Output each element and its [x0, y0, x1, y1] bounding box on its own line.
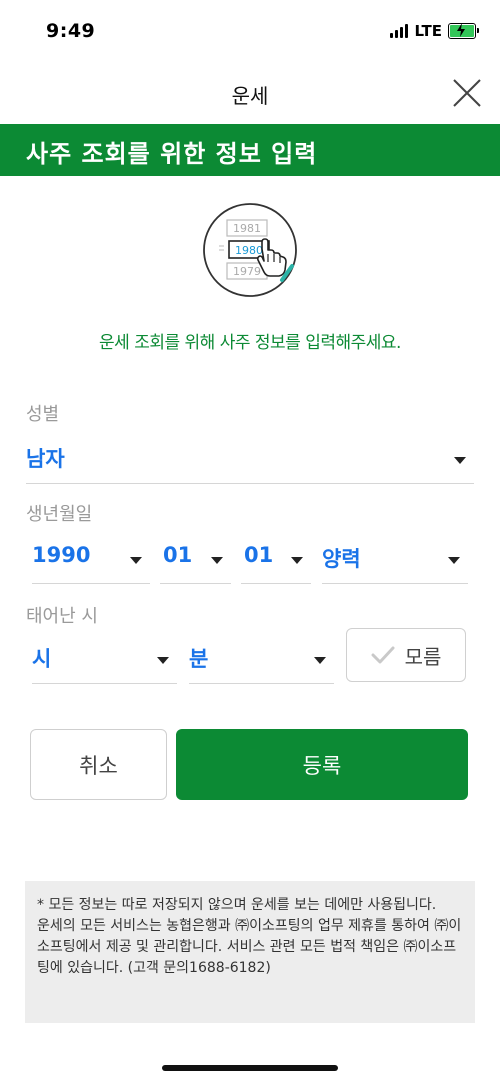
year-1981-label: 1981	[233, 222, 261, 235]
calendar-type-select[interactable]: 양력	[322, 537, 468, 584]
signal-icon	[390, 24, 409, 38]
gender-label: 성별	[26, 404, 60, 425]
close-icon	[453, 79, 481, 107]
birth-hour-select[interactable]: 시	[32, 637, 177, 684]
birth-minute-value: 분	[189, 647, 209, 671]
gender-value: 남자	[26, 447, 65, 471]
gender-select[interactable]: 남자	[26, 437, 474, 484]
year-1979-label: 1979	[233, 265, 261, 278]
status-bar: 9:49 LTE	[0, 0, 500, 64]
birth-year-select[interactable]: 1990	[32, 537, 150, 584]
birth-day-select[interactable]: 01	[241, 537, 311, 584]
status-time: 9:49	[46, 20, 96, 42]
register-button[interactable]: 등록	[176, 729, 468, 800]
caret-down-icon	[157, 657, 169, 664]
home-indicator	[162, 1065, 338, 1071]
status-indicators: LTE	[390, 22, 479, 40]
birth-month-select[interactable]: 01	[160, 537, 231, 584]
caret-down-icon	[211, 557, 223, 564]
page-title: 운세	[231, 84, 269, 108]
birth-minute-select[interactable]: 분	[189, 637, 334, 684]
year-picker-illustration: 1981 1980 1979	[202, 202, 298, 298]
notice-line-1: * 모든 정보는 따로 저장되지 않으며 운세를 보는 데에만 사용됩니다.	[37, 897, 437, 913]
caret-down-icon	[448, 557, 460, 564]
notice-line-2: 운세의 모든 서비스는 농협은행과 ㈜이소프팅의 업무 제휴를 통하여 ㈜이소프…	[37, 918, 462, 976]
caret-down-icon	[291, 557, 303, 564]
calendar-type-value: 양력	[322, 547, 361, 571]
guide-text: 운세 조회를 위해 사주 정보를 입력해주세요.	[99, 333, 401, 353]
birthtime-label: 태어난 시	[26, 606, 98, 627]
nav-header: 운세	[0, 64, 500, 124]
unknown-time-label: 모름	[404, 644, 442, 669]
cancel-button[interactable]: 취소	[30, 729, 167, 800]
birth-month-value: 01	[163, 543, 193, 567]
year-1980-label: 1980	[235, 244, 263, 257]
caret-down-icon	[454, 457, 466, 464]
caret-down-icon	[130, 557, 142, 564]
unknown-time-checkbox[interactable]: 모름	[346, 628, 466, 682]
network-type: LTE	[414, 22, 442, 40]
caret-down-icon	[314, 657, 326, 664]
banner-title: 사주 조회를 위한 정보 입력	[26, 140, 318, 168]
birth-year-value: 1990	[32, 543, 91, 567]
birth-day-value: 01	[244, 543, 274, 567]
checkmark-icon	[371, 646, 395, 664]
notice-box: * 모든 정보는 따로 저장되지 않으며 운세를 보는 데에만 사용됩니다. 운…	[25, 881, 475, 1023]
birth-hour-value: 시	[32, 647, 52, 671]
section-banner: 사주 조회를 위한 정보 입력	[0, 124, 500, 176]
birthdate-label: 생년월일	[26, 504, 93, 525]
battery-icon	[448, 23, 479, 39]
close-button[interactable]	[452, 78, 482, 108]
